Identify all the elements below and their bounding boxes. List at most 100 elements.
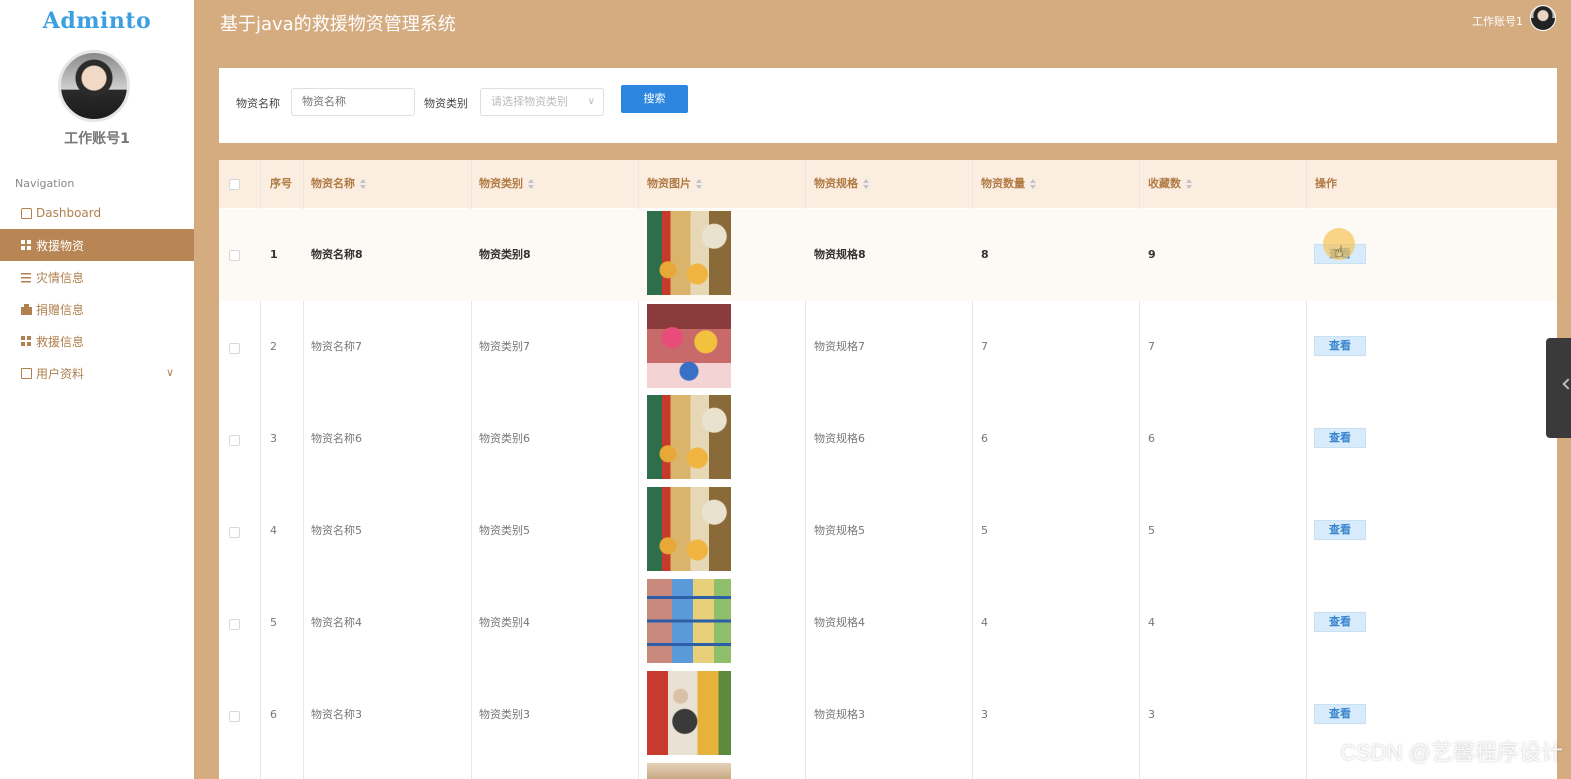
cell-spec: 物资规格6 — [814, 432, 865, 445]
cell-name: 物资名称5 — [311, 524, 362, 537]
table-row[interactable]: 5 物资名称4 物资类别4 物资规格4 4 4 查看 — [219, 577, 1557, 669]
sidebar-item-user-profile[interactable]: 用户资料 ∨ — [0, 357, 194, 389]
cell-type: 物资类别7 — [479, 340, 530, 353]
cell-name: 物资名称6 — [311, 432, 362, 445]
table-row[interactable]: 3 物资名称6 物资类别6 物资规格6 6 6 查看 — [219, 393, 1557, 485]
supply-image[interactable] — [647, 671, 731, 755]
sidebar-item-label: 救援物资 — [36, 238, 85, 253]
col-header-type[interactable]: 物资类别 — [479, 160, 535, 208]
cell-spec: 物资规格3 — [814, 708, 865, 721]
col-header-label: 物资图片 — [647, 177, 691, 190]
col-header-label: 物资规格 — [814, 177, 858, 190]
view-button[interactable]: 查看 — [1314, 612, 1366, 632]
sidebar-item-disaster-info[interactable]: 灾情信息 — [0, 261, 194, 293]
sidebar-item-label: 用户资料 — [36, 366, 85, 381]
sort-icon[interactable] — [863, 179, 870, 189]
cell-type: 物资类别3 — [479, 708, 530, 721]
sidebar-item-rescue-info[interactable]: 救援信息 — [0, 325, 194, 357]
cell-type: 物资类别6 — [479, 432, 530, 445]
cell-name: 物资名称8 — [311, 248, 363, 261]
cell-favorites: 7 — [1148, 340, 1155, 353]
table-row[interactable]: 4 物资名称5 物资类别5 物资规格5 5 5 查看 — [219, 485, 1557, 577]
row-checkbox[interactable] — [229, 711, 240, 722]
user-avatar[interactable] — [58, 50, 130, 122]
grid-icon — [21, 239, 32, 251]
header-username[interactable]: 工作账号1 — [1472, 13, 1523, 29]
row-checkbox[interactable] — [229, 250, 240, 261]
user-name: 工作账号1 — [64, 131, 130, 147]
card-icon — [21, 367, 32, 379]
sort-icon[interactable] — [1186, 179, 1193, 189]
supply-image[interactable] — [647, 211, 731, 295]
row-checkbox[interactable] — [229, 435, 240, 446]
name-search-input[interactable] — [291, 88, 415, 116]
cell-quantity: 7 — [981, 340, 988, 353]
col-header-label: 物资数量 — [981, 177, 1025, 190]
cell-name: 物资名称3 — [311, 708, 362, 721]
supply-image[interactable] — [647, 395, 731, 479]
cell-favorites: 5 — [1148, 524, 1155, 537]
sidebar-item-label: 灾情信息 — [36, 270, 85, 285]
bag-icon — [21, 303, 32, 315]
sort-icon[interactable] — [1030, 179, 1037, 189]
col-header-image[interactable]: 物资图片 — [647, 160, 703, 208]
col-header-favorites[interactable]: 收藏数 — [1148, 160, 1193, 208]
grid-icon — [21, 335, 32, 347]
supply-image[interactable] — [647, 304, 731, 388]
cell-spec: 物资规格7 — [814, 340, 865, 353]
sidebar-item-relief-supplies[interactable]: 救援物资 — [0, 229, 194, 261]
sidebar-item-donation-info[interactable]: 捐赠信息 — [0, 293, 194, 325]
col-header-name[interactable]: 物资名称 — [311, 160, 367, 208]
type-select[interactable]: 请选择物资类别 ∨ — [480, 88, 604, 116]
cell-quantity: 8 — [981, 248, 989, 261]
hand-pointer-icon: ☝ — [1334, 242, 1344, 261]
cell-index: 4 — [270, 524, 277, 537]
supply-image[interactable] — [647, 487, 731, 571]
col-header-index: 序号 — [270, 177, 292, 190]
col-header-label: 收藏数 — [1148, 177, 1181, 190]
chevron-left-icon — [1562, 378, 1571, 390]
view-button[interactable]: 查看 — [1314, 336, 1366, 356]
chevron-down-icon: ∨ — [165, 366, 174, 379]
cell-name: 物资名称4 — [311, 616, 362, 629]
col-header-quantity[interactable]: 物资数量 — [981, 160, 1037, 208]
cell-favorites: 6 — [1148, 432, 1155, 445]
brand-logo[interactable]: Adminto — [0, 8, 194, 34]
sort-icon[interactable] — [528, 179, 535, 189]
sidebar-item-dashboard[interactable]: Dashboard — [0, 197, 194, 229]
sort-icon[interactable] — [696, 179, 703, 189]
cell-spec: 物资规格8 — [814, 248, 866, 261]
row-checkbox[interactable] — [229, 343, 240, 354]
search-button[interactable]: 搜索 — [621, 85, 688, 113]
header-avatar[interactable] — [1530, 5, 1556, 31]
nav-menu: Dashboard 救援物资 灾情信息 捐赠信息 救援信息 用户资料 ∨ — [0, 197, 194, 389]
cell-favorites: 4 — [1148, 616, 1155, 629]
table-row[interactable]: 1 物资名称8 物资类别8 物资规格8 8 9 查看 — [219, 209, 1557, 301]
select-all-checkbox[interactable] — [229, 179, 240, 190]
supply-image[interactable] — [647, 763, 731, 779]
row-checkbox[interactable] — [229, 527, 240, 538]
watermark: CSDN @艺馨程序设计 — [1340, 740, 1563, 765]
cell-quantity: 6 — [981, 432, 988, 445]
col-header-actions: 操作 — [1315, 177, 1337, 190]
type-label: 物资类别 — [424, 97, 468, 110]
view-button[interactable]: 查看 — [1314, 428, 1366, 448]
col-header-label: 物资类别 — [479, 177, 523, 190]
table-row[interactable]: 2 物资名称7 物资类别7 物资规格7 7 7 查看 — [219, 301, 1557, 393]
cell-type: 物资类别5 — [479, 524, 530, 537]
side-panel-toggle[interactable] — [1546, 338, 1571, 438]
chevron-down-icon: ∨ — [587, 96, 595, 107]
home-icon — [21, 207, 32, 219]
cell-spec: 物资规格4 — [814, 616, 865, 629]
cell-quantity: 4 — [981, 616, 988, 629]
table-header: 序号 物资名称 物资类别 物资图片 物资规格 物资数量 收藏数 操作 — [219, 160, 1557, 208]
view-button[interactable]: 查看 — [1314, 520, 1366, 540]
list-icon — [21, 271, 32, 283]
row-checkbox[interactable] — [229, 619, 240, 630]
view-button[interactable]: 查看 — [1314, 704, 1366, 724]
col-header-spec[interactable]: 物资规格 — [814, 160, 870, 208]
supply-image[interactable] — [647, 579, 731, 663]
sidebar-item-label: 救援信息 — [36, 334, 85, 349]
sort-icon[interactable] — [360, 179, 367, 189]
cell-index: 1 — [270, 248, 278, 261]
